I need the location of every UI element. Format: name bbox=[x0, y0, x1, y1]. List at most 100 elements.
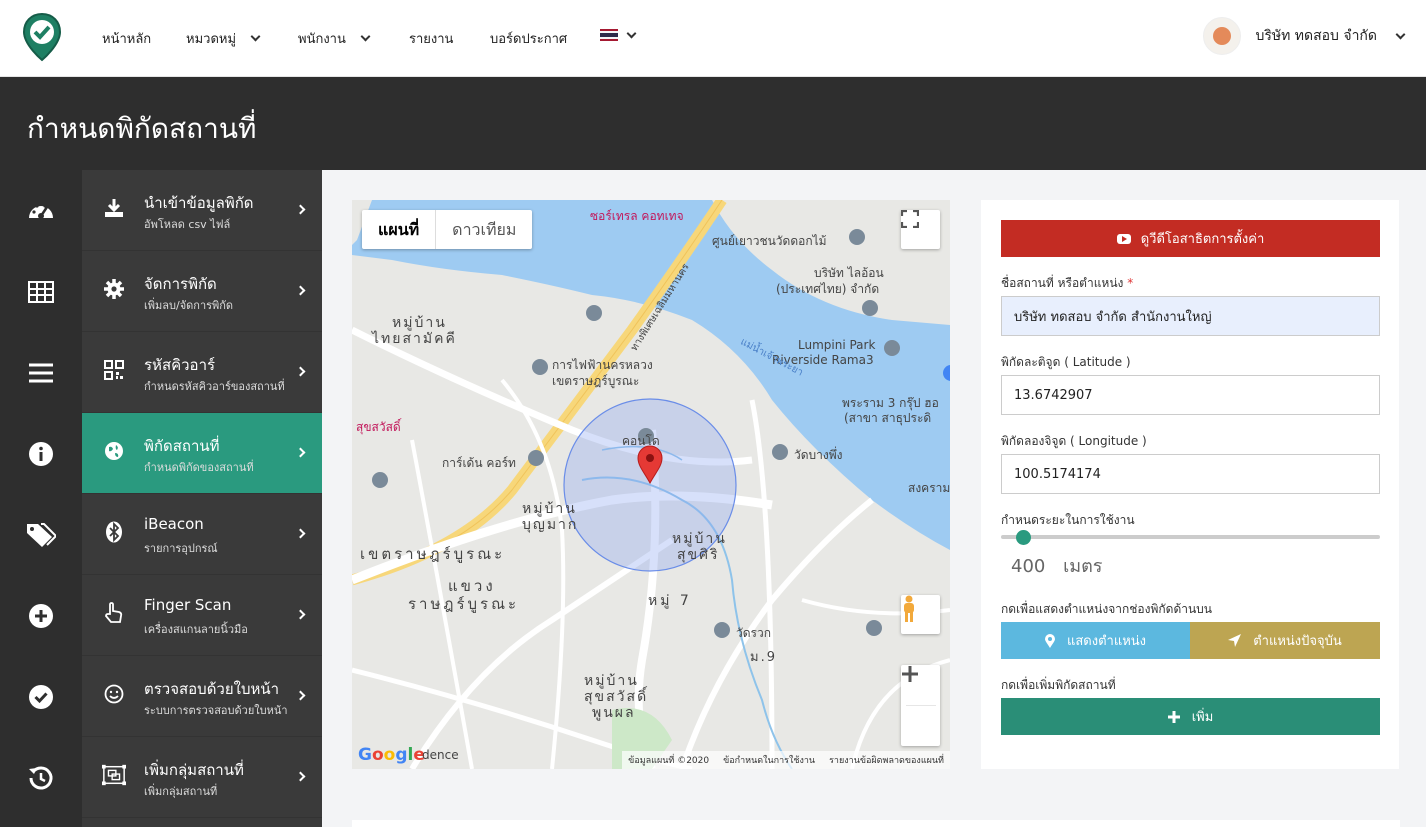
map-terms-link[interactable]: ข้อกำหนดในการใช้งาน bbox=[723, 753, 815, 767]
current-position-button[interactable]: ตำแหน่งปัจจุบัน bbox=[1190, 622, 1380, 659]
chevron-down-icon bbox=[1395, 29, 1406, 39]
minus-icon bbox=[902, 672, 918, 676]
nav-report[interactable]: รายงาน bbox=[409, 28, 453, 49]
map-label: เขตราษฎร์บูรณะ bbox=[360, 545, 506, 563]
chevron-down-icon bbox=[360, 31, 371, 42]
map-label: การ์เด้น คอร์ท bbox=[442, 456, 516, 470]
latitude-input[interactable] bbox=[1001, 375, 1380, 415]
chevron-right-icon bbox=[295, 366, 306, 377]
app-logo[interactable] bbox=[22, 12, 62, 62]
range-slider-thumb[interactable] bbox=[1015, 530, 1031, 545]
map-label: หมู่ 7 bbox=[648, 593, 692, 609]
chevron-down-icon bbox=[626, 28, 637, 38]
hamburger-icon[interactable] bbox=[0, 332, 82, 413]
check-circle-icon[interactable] bbox=[0, 656, 82, 737]
company-name: บริษัท ทดสอบ จำกัด bbox=[1255, 28, 1377, 44]
map-label: สุขศิริ bbox=[677, 547, 720, 563]
sidebar-item-manage[interactable]: จัดการพิกัด เพิ่มลบ/จัดการพิกัด bbox=[82, 251, 322, 332]
map-label: เขตราษฎร์บูรณะ bbox=[552, 374, 640, 388]
map-type-control: แผนที่ ดาวเทียม bbox=[362, 210, 533, 249]
dashboard-icon[interactable] bbox=[0, 170, 82, 251]
nav-home[interactable]: หน้าหลัก bbox=[102, 28, 151, 49]
table-icon[interactable] bbox=[0, 251, 82, 332]
page-title: กำหนดพิกัดสถานที่ bbox=[27, 112, 257, 145]
map-label: บุญมาก bbox=[522, 517, 579, 533]
company-avatar bbox=[1203, 17, 1242, 55]
nav-board[interactable]: บอร์ดประกาศ bbox=[490, 28, 567, 49]
map-label: (สาขา สาธุประดิ bbox=[844, 411, 932, 425]
map-label: ราษฎร์บูรณะ bbox=[408, 595, 520, 613]
map-type-satellite[interactable]: ดาวเทียม bbox=[436, 210, 532, 249]
plus-icon bbox=[1167, 710, 1180, 723]
plus-circle-icon[interactable] bbox=[0, 575, 82, 656]
google-logo: Google bbox=[358, 745, 425, 765]
add-location-button[interactable]: เพิ่ม bbox=[1001, 698, 1380, 735]
youtube-icon bbox=[1116, 233, 1131, 244]
map-label: ไทยสามัคคี bbox=[372, 331, 457, 347]
map-label: ศูนย์เยาวชนวัดดอกไม้ bbox=[712, 234, 827, 248]
chevron-right-icon bbox=[295, 528, 306, 539]
download-icon bbox=[102, 196, 126, 220]
location-name-input[interactable] bbox=[1001, 296, 1380, 336]
chevron-right-icon bbox=[295, 609, 306, 620]
fullscreen-icon bbox=[901, 210, 919, 228]
icon-rail bbox=[0, 170, 82, 827]
tags-icon[interactable] bbox=[0, 494, 82, 575]
language-selector[interactable] bbox=[600, 28, 637, 41]
map-data-credit: ข้อมูลแผนที่ ©2020 bbox=[628, 756, 710, 766]
smile-icon bbox=[102, 682, 126, 706]
map-marker-icon bbox=[1044, 633, 1055, 648]
longitude-input[interactable] bbox=[1001, 454, 1380, 494]
sidebar-item-location[interactable]: พิกัดสถานที่ กำหนดพิกัดของสถานที่ bbox=[82, 413, 322, 494]
show-position-button[interactable]: แสดงตำแหน่ง bbox=[1001, 622, 1190, 659]
range-display: 400 เมตร bbox=[1011, 551, 1102, 580]
info-icon[interactable] bbox=[0, 413, 82, 494]
sidebar-item-ibeacon[interactable]: iBeacon รายการอุปกรณ์ bbox=[82, 494, 322, 575]
pointer-hand-icon bbox=[102, 601, 126, 625]
range-unit: เมตร bbox=[1063, 556, 1103, 577]
fullscreen-button[interactable] bbox=[901, 210, 940, 249]
chevron-right-icon bbox=[295, 204, 306, 215]
google-map[interactable]: ศูนย์เยาวชนวัดดอกไม้ ซอร์เทรล คอทเทจ บริ… bbox=[352, 200, 950, 769]
sidebar-item-face[interactable]: ตรวจสอบด้วยใบหน้า ระบบการตรวจสอบด้วยใบหน… bbox=[82, 656, 322, 737]
map-label: dence bbox=[422, 748, 459, 762]
video-demo-button[interactable]: ดูวีดีโอสาธิตการตั้งค่า bbox=[1001, 220, 1380, 257]
company-menu[interactable]: บริษัท ทดสอบ จำกัด bbox=[1203, 17, 1406, 55]
nav-employee[interactable]: พนักงาน bbox=[298, 28, 371, 49]
qrcode-icon bbox=[102, 358, 126, 382]
longitude-label: พิกัดลองจิจูด ( Longitude ) bbox=[1001, 434, 1147, 448]
gear-icon bbox=[102, 277, 126, 301]
show-position-label: กดเพื่อแสดงตำแหน่งจากช่องพิกัดด้านบน bbox=[1001, 602, 1212, 616]
object-group-icon bbox=[102, 763, 126, 787]
zoom-out-button[interactable] bbox=[902, 672, 936, 746]
nav-category[interactable]: หมวดหมู่ bbox=[186, 28, 261, 49]
sidebar-item-group[interactable]: เพิ่มกลุ่มสถานที่ เพิ่มกลุ่มสถานที่ bbox=[82, 737, 322, 818]
map-report-link[interactable]: รายงานข้อผิดพลาดของแผนที่ bbox=[829, 753, 944, 767]
chevron-right-icon bbox=[295, 771, 306, 782]
street-view-button[interactable] bbox=[901, 595, 940, 634]
sidebar-item-import[interactable]: นำเข้าข้อมูลพิกัด อัพโหลด csv ไฟล์ bbox=[82, 170, 322, 251]
map-type-map[interactable]: แผนที่ bbox=[362, 210, 437, 249]
map-footer: ข้อมูลแผนที่ ©2020 ข้อกำหนดในการใช้งาน ร… bbox=[622, 751, 950, 769]
map-label: ม.9 bbox=[750, 650, 777, 665]
sidebar-item-qrcode[interactable]: รหัสคิวอาร์ กำหนดรหัสคิวอาร์ของสถานที่ bbox=[82, 332, 322, 413]
chevron-down-icon bbox=[250, 31, 261, 42]
bluetooth-icon bbox=[102, 520, 126, 544]
latitude-label: พิกัดละติจูด ( Latitude ) bbox=[1001, 355, 1131, 369]
history-icon[interactable] bbox=[0, 737, 82, 818]
map-label: สุขสวัสดิ์ bbox=[356, 420, 401, 434]
add-location-label: กดเพื่อเพิ่มพิกัดสถานที่ bbox=[1001, 678, 1116, 692]
map-label: คอนโด bbox=[622, 434, 660, 448]
page-header: กำหนดพิกัดสถานที่ bbox=[0, 77, 1426, 170]
chevron-right-icon bbox=[295, 447, 306, 458]
bottom-card bbox=[352, 820, 1400, 827]
sidebar-item-fingerscan[interactable]: Finger Scan เครื่องสแกนลายนิ้วมือ bbox=[82, 575, 322, 656]
map-label: สงคราม (พ bbox=[908, 481, 950, 495]
range-slider-track[interactable] bbox=[1001, 535, 1380, 539]
map-label: ซอร์เทรล คอทเทจ bbox=[590, 209, 684, 223]
map-label: วัดบางพึ่ง bbox=[794, 448, 843, 462]
zoom-control bbox=[901, 665, 940, 746]
top-navbar: หน้าหลัก หมวดหมู่ พนักงาน รายงาน บอร์ดปร… bbox=[0, 0, 1426, 77]
globe-icon bbox=[102, 439, 126, 463]
chevron-right-icon bbox=[295, 690, 306, 701]
